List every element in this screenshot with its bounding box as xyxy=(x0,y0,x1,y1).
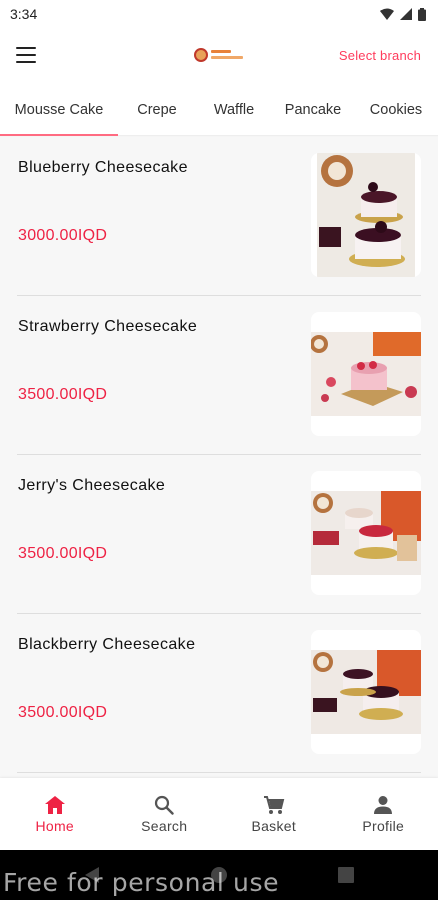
product-name: Jerry's Cheesecake xyxy=(18,477,166,494)
signal-icon xyxy=(400,8,412,20)
nav-search[interactable]: Search xyxy=(110,778,220,850)
logo-mark xyxy=(194,48,208,62)
nav-home[interactable]: Home xyxy=(0,778,110,850)
product-name: Strawberry Cheesecake xyxy=(18,318,198,335)
tab-label: Pancake xyxy=(284,101,342,118)
tab-mousse-cake[interactable]: Mousse Cake xyxy=(0,84,118,136)
status-bar: 3:34 xyxy=(0,0,438,28)
product-image[interactable] xyxy=(311,630,421,754)
product-item[interactable]: Jerry's Cheesecake 3500.00IQD xyxy=(17,455,421,614)
nav-label: Search xyxy=(141,817,188,834)
tab-label: Waffle xyxy=(213,101,255,118)
nav-profile[interactable]: Profile xyxy=(329,778,438,850)
home-icon xyxy=(44,795,65,814)
status-icons xyxy=(380,7,426,21)
tab-label: Mousse Cake xyxy=(14,101,104,118)
wifi-icon xyxy=(380,8,394,20)
search-icon xyxy=(155,795,174,815)
product-price: 3500.00IQD xyxy=(18,545,108,562)
nav-label: Basket xyxy=(251,817,297,834)
cake-photo xyxy=(311,332,421,416)
product-item[interactable]: Blackberry Cheesecake 3500.00IQD xyxy=(17,614,421,773)
tab-cookies[interactable]: Cookies xyxy=(354,84,438,136)
product-price: 3500.00IQD xyxy=(18,704,108,721)
watermark: Free for personal use xyxy=(3,868,280,897)
tab-label: Crepe xyxy=(137,101,177,118)
brand-logo xyxy=(194,45,246,65)
bottom-navigation: Home Search Basket Profile xyxy=(0,778,438,850)
nav-basket[interactable]: Basket xyxy=(219,778,329,850)
cake-photo xyxy=(311,491,421,575)
cake-photo xyxy=(311,650,421,734)
recents-icon[interactable] xyxy=(338,867,354,883)
person-icon xyxy=(374,795,393,814)
nav-label: Home xyxy=(35,817,75,834)
product-name: Blackberry Cheesecake xyxy=(18,636,196,653)
cart-icon xyxy=(263,795,285,814)
nav-label: Profile xyxy=(362,817,405,834)
category-tabs: Mousse Cake Crepe Waffle Pancake Cookies xyxy=(0,84,438,136)
status-time: 3:34 xyxy=(10,6,38,22)
select-branch-link[interactable]: Select branch xyxy=(339,48,421,63)
cake-photo xyxy=(317,153,415,277)
product-item[interactable]: Strawberry Cheesecake 3500.00IQD xyxy=(17,296,421,455)
menu-icon[interactable] xyxy=(16,47,36,63)
tab-pancake[interactable]: Pancake xyxy=(272,84,354,136)
battery-icon xyxy=(418,7,426,21)
product-price: 3500.00IQD xyxy=(18,386,108,403)
product-image[interactable] xyxy=(311,153,421,277)
product-price: 3000.00IQD xyxy=(18,227,108,244)
product-list: Blueberry Cheesecake 3000.00IQD Strawber… xyxy=(0,137,438,777)
product-item[interactable]: Blueberry Cheesecake 3000.00IQD xyxy=(17,137,421,296)
product-item-partial[interactable] xyxy=(17,773,421,777)
tab-waffle[interactable]: Waffle xyxy=(196,84,272,136)
tab-crepe[interactable]: Crepe xyxy=(118,84,196,136)
product-image[interactable] xyxy=(311,312,421,436)
product-name: Blueberry Cheesecake xyxy=(18,159,188,176)
app-bar: Select branch xyxy=(0,28,438,84)
tab-label: Cookies xyxy=(369,101,423,118)
logo-wordmark xyxy=(211,50,243,59)
product-image[interactable] xyxy=(311,471,421,595)
